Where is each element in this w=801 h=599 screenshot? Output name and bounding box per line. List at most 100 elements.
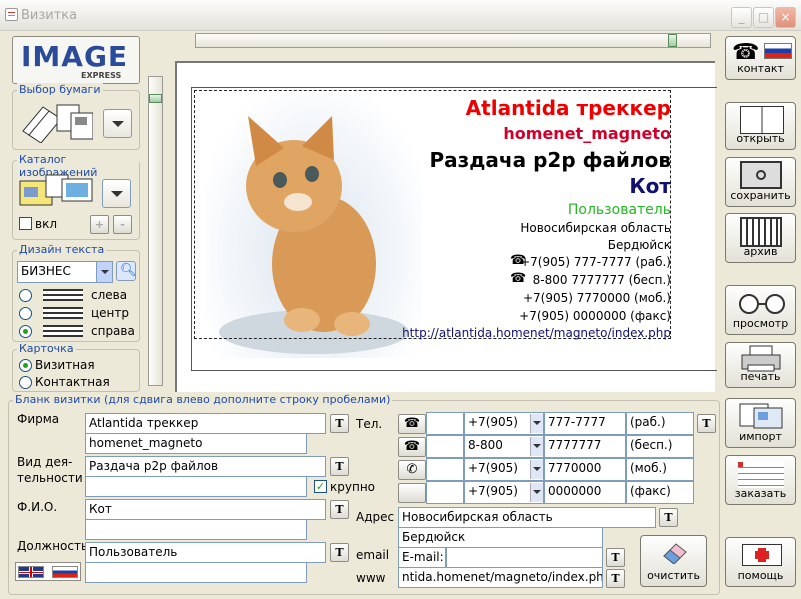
catalog-checkbox[interactable] xyxy=(19,217,32,230)
position-style-button[interactable]: T xyxy=(330,543,349,562)
language-toggle[interactable] xyxy=(15,562,81,581)
chevron-down-icon[interactable] xyxy=(530,460,543,479)
close-button[interactable]: × xyxy=(775,7,796,28)
phone-type-input[interactable]: (раб.) xyxy=(626,412,694,435)
fio2-input[interactable] xyxy=(85,519,307,540)
phone-number-input[interactable]: 7777777 xyxy=(544,435,626,458)
phone-icon: ☎ xyxy=(510,271,527,286)
position-input[interactable]: Пользователь xyxy=(85,542,326,563)
firm-style-button[interactable]: T xyxy=(330,414,349,433)
activity2-input[interactable] xyxy=(85,476,307,497)
gallery-icon xyxy=(18,173,94,207)
printer-icon xyxy=(740,345,782,373)
import-button[interactable]: импорт xyxy=(725,398,796,448)
phone-icon[interactable]: ☎ xyxy=(398,437,426,457)
help-button[interactable]: помощь xyxy=(725,537,796,587)
import-button-label: импорт xyxy=(739,430,782,443)
label-fio: Ф.И.О. xyxy=(17,500,58,514)
email-style-button[interactable]: T xyxy=(606,548,625,567)
phone-number-input[interactable]: 7770000 xyxy=(544,458,626,481)
card-visit-label: Визитная xyxy=(35,358,95,372)
fax-icon[interactable] xyxy=(398,483,426,503)
paper-dropdown-button[interactable] xyxy=(103,109,132,138)
clear-button[interactable]: очистить xyxy=(640,535,707,587)
phone-type-input[interactable]: (моб.) xyxy=(626,458,694,481)
email-input[interactable] xyxy=(446,547,603,568)
position2-input[interactable] xyxy=(85,562,307,583)
print-button[interactable]: печать xyxy=(725,342,796,388)
maximize-button[interactable]: □ xyxy=(753,7,774,28)
zoom-button[interactable]: 🔍︎ xyxy=(116,261,137,281)
phone-row: +7(905) 0000000 (факс) xyxy=(426,481,694,504)
align-right-radio[interactable] xyxy=(19,325,32,338)
catalog-dropdown-button[interactable] xyxy=(102,179,131,208)
label-addr: Адрес xyxy=(356,510,395,524)
phone-prefix-input[interactable] xyxy=(426,412,464,435)
chevron-down-icon[interactable] xyxy=(530,437,543,456)
activity-style-button[interactable]: T xyxy=(330,457,349,476)
safe-icon xyxy=(740,161,782,189)
open-button[interactable]: открыть xyxy=(725,102,796,150)
font-select[interactable]: БИЗНЕС xyxy=(17,261,113,283)
align-left-radio[interactable] xyxy=(19,289,32,302)
fio-style-button[interactable]: T xyxy=(330,500,349,519)
phone-prefix-input[interactable] xyxy=(426,458,464,481)
www-input[interactable]: ntida.homenet/magneto/index.php xyxy=(398,567,603,588)
vertical-slider[interactable] xyxy=(148,76,163,386)
addr1-input[interactable]: Новосибирская область xyxy=(398,507,656,528)
catalog-group: Каталог изображений вкл + - xyxy=(12,153,140,240)
window-title: Визитка xyxy=(21,8,78,23)
activity-input[interactable]: Раздача p2p файлов xyxy=(85,456,326,477)
phone-style-button[interactable]: T xyxy=(697,414,716,433)
bold-checkbox[interactable]: ✓ xyxy=(314,480,327,493)
firm2-input[interactable]: homenet_magneto xyxy=(85,433,307,454)
firm-input[interactable]: Atlantida треккер xyxy=(85,413,326,434)
minimize-button[interactable]: _ xyxy=(731,7,752,28)
save-button[interactable]: сохранить xyxy=(725,157,796,207)
phone-icon: ☎ xyxy=(510,253,527,268)
card-type-group-label: Карточка xyxy=(17,342,76,355)
clear-button-label: очистить xyxy=(647,569,700,582)
logo-sub: EXPRESS xyxy=(81,71,122,80)
chevron-down-icon[interactable] xyxy=(530,483,543,502)
horizontal-slider-thumb[interactable] xyxy=(668,34,677,47)
fio-input[interactable]: Кот xyxy=(85,499,326,520)
flag-ru-icon xyxy=(52,566,78,578)
phone-type-input[interactable]: (факс) xyxy=(626,481,694,504)
align-right-icon xyxy=(43,325,83,337)
align-center-label: центр xyxy=(91,306,130,320)
open-button-label: открыть xyxy=(736,132,785,145)
phone-prefix-input[interactable] xyxy=(426,435,464,458)
order-button[interactable]: заказать xyxy=(725,455,796,505)
card-area[interactable]: Atlantida треккер homenet_magneto Раздач… xyxy=(192,88,717,370)
card-type-group: Карточка Визитная Контактная xyxy=(12,342,140,392)
chevron-down-icon[interactable] xyxy=(530,414,543,433)
addr2-input[interactable]: Бердюйск xyxy=(398,527,603,548)
preview-button[interactable]: просмотр xyxy=(725,285,796,335)
archive-icon xyxy=(740,217,782,247)
vertical-slider-thumb[interactable] xyxy=(149,94,162,103)
horizontal-slider[interactable] xyxy=(195,33,711,48)
catalog-minus-button[interactable]: - xyxy=(113,215,132,234)
www-style-button[interactable]: T xyxy=(606,569,625,588)
contact-button[interactable]: ☎ контакт xyxy=(725,36,796,80)
phone-number-input[interactable]: 0000000 xyxy=(544,481,626,504)
phone-row: 8-800 7777777 (бесп.) xyxy=(426,435,694,458)
card-visit-radio[interactable] xyxy=(19,359,32,372)
align-center-icon xyxy=(43,307,83,319)
card-phone4: +7(905) 0000000 (факс) xyxy=(519,309,671,323)
align-center-radio[interactable] xyxy=(19,307,32,320)
mobile-icon[interactable]: ✆ xyxy=(398,460,426,480)
phone-number-input[interactable]: 777-7777 xyxy=(544,412,626,435)
phone-prefix-input[interactable] xyxy=(426,481,464,504)
archive-button-label: архив xyxy=(743,245,778,258)
phone-type-input[interactable]: (бесп.) xyxy=(626,435,694,458)
archive-button[interactable]: архив xyxy=(725,213,796,263)
addr-style-button[interactable]: T xyxy=(659,508,678,527)
form-group-label: Бланк визитки (для сдвига влево дополнит… xyxy=(13,393,393,406)
phone-row: +7(905) 7770000 (моб.) xyxy=(426,458,694,481)
phone-icon[interactable]: ☎ xyxy=(398,414,426,434)
catalog-plus-button[interactable]: + xyxy=(90,215,109,234)
font-select-value: БИЗНЕС xyxy=(21,264,71,278)
card-contact-radio[interactable] xyxy=(19,376,32,389)
